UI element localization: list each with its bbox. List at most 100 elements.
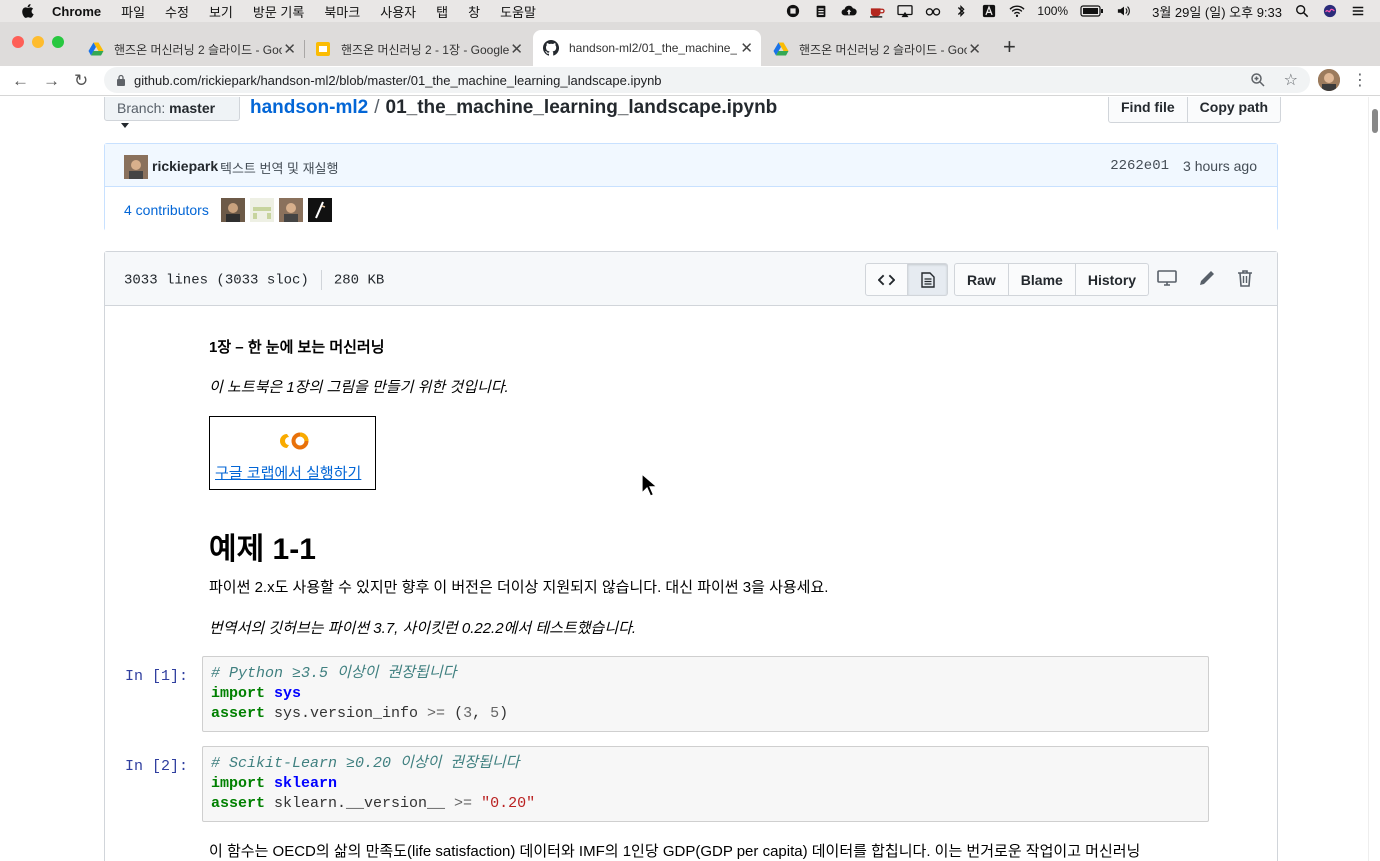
history-button[interactable]: History bbox=[1075, 263, 1150, 296]
contributor-avatar[interactable] bbox=[279, 198, 303, 222]
pencil-icon[interactable] bbox=[1197, 268, 1217, 288]
zoom-icon[interactable] bbox=[1250, 72, 1266, 88]
commit-author[interactable]: rickiepark bbox=[152, 158, 218, 174]
tab-close-icon[interactable]: ✕ bbox=[740, 39, 753, 57]
file-nav-buttons: Find file Copy path bbox=[1108, 97, 1282, 123]
profile-avatar[interactable] bbox=[1318, 69, 1340, 91]
code-module: sklearn bbox=[274, 775, 338, 792]
tab-slides-2[interactable]: 핸즈온 머신러닝 2 슬라이드 - Googl ✕ bbox=[763, 32, 989, 66]
desktop-icon[interactable] bbox=[1157, 268, 1177, 288]
glasses-icon[interactable] bbox=[925, 4, 941, 18]
copy-path-button[interactable]: Copy path bbox=[1187, 97, 1282, 123]
code-paren: ) bbox=[499, 705, 509, 722]
menu-people[interactable]: 사용자 bbox=[380, 2, 416, 21]
back-arrow-icon[interactable]: ← bbox=[12, 71, 29, 91]
find-file-button[interactable]: Find file bbox=[1108, 97, 1188, 123]
minimize-window-button[interactable] bbox=[32, 36, 44, 48]
scrollbar-thumb[interactable] bbox=[1372, 109, 1378, 133]
volume-icon[interactable] bbox=[1116, 4, 1132, 18]
colab-link-box: 구글 코랩에서 실행하기 bbox=[209, 416, 376, 490]
input-source-icon[interactable] bbox=[981, 4, 997, 18]
record-icon[interactable] bbox=[785, 4, 801, 18]
menu-edit[interactable]: 수정 bbox=[165, 2, 189, 21]
reload-icon[interactable]: ↻ bbox=[74, 71, 88, 91]
branch-label: Branch: bbox=[117, 100, 166, 116]
siri-icon[interactable] bbox=[1322, 4, 1338, 18]
code-input[interactable]: # Python ≥3.5 이상이 권장됩니다 import sys asser… bbox=[202, 656, 1209, 732]
lock-icon[interactable] bbox=[116, 74, 126, 86]
coffee-cup-icon[interactable] bbox=[869, 4, 885, 18]
example-heading: 예제 1-1 bbox=[209, 533, 316, 566]
tab-close-icon[interactable]: ✕ bbox=[283, 40, 296, 58]
author-avatar[interactable] bbox=[124, 155, 148, 179]
chrome-menu-icon[interactable]: ⋮ bbox=[1352, 70, 1368, 90]
code-string: "0.20" bbox=[472, 795, 536, 812]
spotlight-search-icon[interactable] bbox=[1294, 4, 1310, 18]
code-comma: , bbox=[472, 705, 491, 722]
menu-history[interactable]: 방문 기록 bbox=[253, 2, 304, 21]
tab-close-icon[interactable]: ✕ bbox=[510, 40, 523, 58]
code-module: sys bbox=[274, 685, 302, 702]
latest-commit-box: rickiepark 텍스트 번역 및 재실행 2262e01 3 hours … bbox=[104, 143, 1278, 231]
contributor-avatar[interactable] bbox=[308, 198, 332, 222]
file-size: 280 KB bbox=[333, 272, 385, 289]
github-icon bbox=[543, 40, 559, 56]
colab-run-link[interactable]: 구글 코랩에서 실행하기 bbox=[215, 462, 361, 483]
branch-selector-button[interactable]: Branch: master bbox=[104, 97, 240, 128]
contributor-avatar[interactable] bbox=[250, 198, 274, 222]
repo-link[interactable]: handson-ml2 bbox=[250, 97, 368, 118]
menu-help[interactable]: 도움말 bbox=[500, 2, 536, 21]
contributors-link[interactable]: 4 contributors bbox=[124, 202, 209, 218]
zoom-window-button[interactable] bbox=[52, 36, 64, 48]
clipboard-icon[interactable] bbox=[813, 4, 829, 18]
macos-menu-bar: Chrome 파일 수정 보기 방문 기록 북마크 사용자 탭 창 도움말 10… bbox=[0, 0, 1380, 22]
tested-version-note: 번역서의 깃허브는 파이썬 3.7, 사이킷런 0.22.2에서 테스트했습니다… bbox=[209, 620, 637, 637]
menu-window[interactable]: 창 bbox=[468, 2, 480, 21]
cell-prompt: In [2]: bbox=[125, 758, 189, 775]
tab-slides-1[interactable]: 핸즈온 머신러닝 2 슬라이드 - Googl ✕ bbox=[78, 32, 304, 66]
battery-icon[interactable] bbox=[1080, 4, 1104, 18]
airplay-icon[interactable] bbox=[897, 4, 914, 18]
bluetooth-icon[interactable] bbox=[953, 4, 969, 18]
file-icon bbox=[920, 271, 935, 288]
close-window-button[interactable] bbox=[12, 36, 24, 48]
new-tab-icon[interactable]: + bbox=[1003, 34, 1016, 60]
breadcrumb-separator: / bbox=[374, 97, 380, 118]
intro-text: 이 노트북은 1장의 그림을 만들기 위한 것입니다. bbox=[209, 379, 509, 396]
menu-view[interactable]: 보기 bbox=[209, 2, 233, 21]
raw-button[interactable]: Raw bbox=[954, 263, 1009, 296]
cloud-upload-icon[interactable] bbox=[841, 4, 858, 18]
code-operator: >= bbox=[454, 795, 473, 812]
trash-icon[interactable] bbox=[1235, 268, 1255, 288]
commit-message[interactable]: 텍스트 번역 및 재실행 bbox=[220, 158, 338, 177]
menu-tab[interactable]: 탭 bbox=[436, 2, 448, 21]
code-input[interactable]: # Scikit-Learn ≥0.20 이상이 권장됩니다 import sk… bbox=[202, 746, 1209, 822]
code-icon bbox=[878, 274, 895, 285]
url-text[interactable]: github.com/rickiepark/handson-ml2/blob/m… bbox=[134, 73, 662, 88]
page-scrollbar[interactable] bbox=[1368, 97, 1380, 861]
bookmark-star-icon[interactable]: ☆ bbox=[1284, 70, 1298, 90]
menu-file[interactable]: 파일 bbox=[121, 2, 145, 21]
browser-toolbar: ← → ↻ github.com/rickiepark/handson-ml2/… bbox=[0, 66, 1380, 96]
tab-github-notebook[interactable]: handson-ml2/01_the_machine_le ✕ bbox=[533, 30, 761, 66]
menu-app-name[interactable]: Chrome bbox=[52, 4, 101, 19]
control-center-icon[interactable] bbox=[1350, 4, 1366, 18]
apple-icon[interactable] bbox=[20, 3, 34, 19]
commit-time: 3 hours ago bbox=[1183, 158, 1257, 174]
source-view-button[interactable] bbox=[865, 263, 908, 296]
blame-button[interactable]: Blame bbox=[1008, 263, 1076, 296]
tab-label: handson-ml2/01_the_machine_le bbox=[569, 41, 737, 55]
file-line-count: 3033 lines (3033 sloc) bbox=[124, 272, 309, 289]
code-keyword: import bbox=[211, 775, 266, 792]
tab-slides-chapter1[interactable]: 핸즈온 머신러닝 2 - 1장 - Google 프 ✕ bbox=[305, 32, 531, 66]
commit-sha[interactable]: 2262e01 bbox=[1110, 158, 1169, 174]
clock[interactable]: 3월 29일 (일) 오후 9:33 bbox=[1152, 2, 1282, 21]
forward-arrow-icon[interactable]: → bbox=[43, 71, 60, 91]
menu-bookmarks[interactable]: 북마크 bbox=[324, 2, 360, 21]
contributor-avatar[interactable] bbox=[221, 198, 245, 222]
rendered-view-button[interactable] bbox=[908, 263, 948, 296]
address-bar[interactable]: github.com/rickiepark/handson-ml2/blob/m… bbox=[104, 67, 1310, 93]
code-expression: sklearn.__version__ bbox=[265, 795, 455, 812]
tab-close-icon[interactable]: ✕ bbox=[968, 40, 981, 58]
wifi-icon[interactable] bbox=[1009, 4, 1025, 18]
